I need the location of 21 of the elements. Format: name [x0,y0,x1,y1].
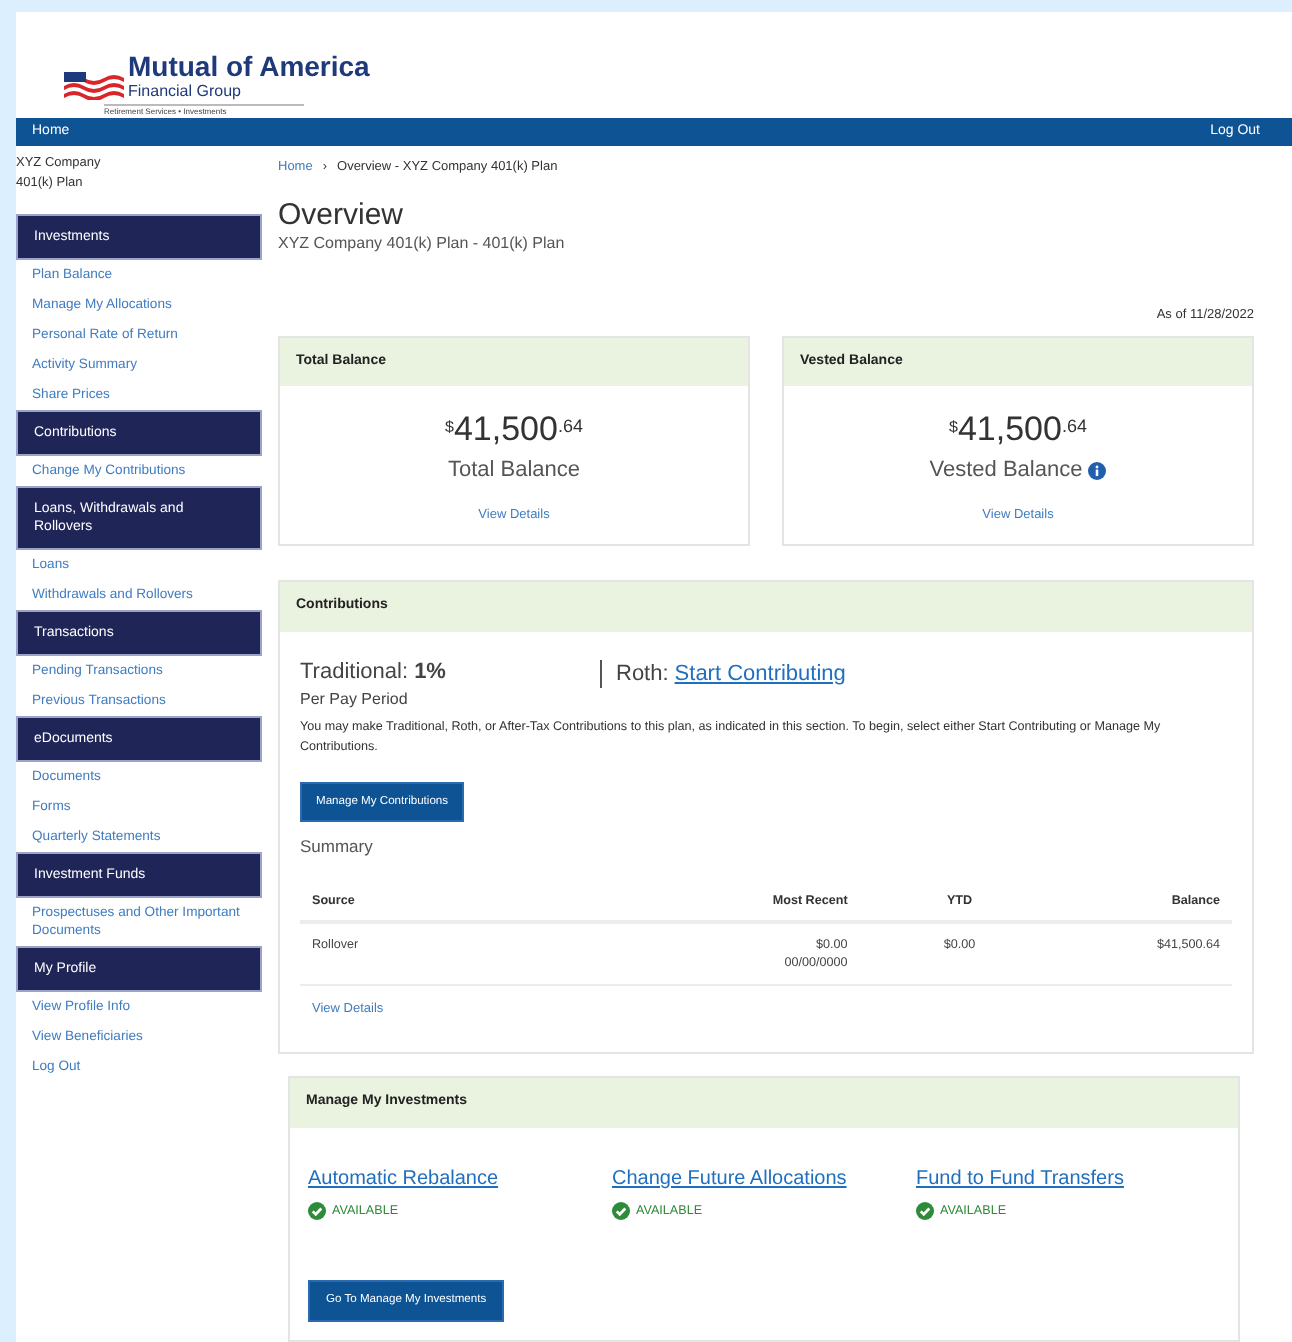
check-circle-icon [612,1202,630,1221]
summary-title: Summary [300,834,375,861]
pay-period: Per Pay Period [300,687,410,712]
traditional-rate: Traditional: 1% [300,659,448,686]
page-title: Overview [278,199,406,231]
balance-amount: $^{$}$41,500$^{.64}$ [949,410,1087,452]
start-contributing-link[interactable]: Start Contributing [674,657,846,690]
balance-label: Total Balance [447,456,581,486]
info-icon[interactable] [1088,461,1107,480]
check-circle-icon [308,1202,326,1221]
investment-option-link[interactable]: Fund to Fund Transfers [916,1167,1124,1190]
balance-amount: $^{$}$41,500$^{.64}$ [445,410,583,452]
logo-name: Mutual of America [128,52,370,82]
investment-option-link[interactable]: Automatic Rebalance [308,1167,499,1190]
flag-logo-icon [64,72,124,100]
balance-label: Vested Balance [929,456,1083,486]
page-subtitle: XYZ Company 401(k) Plan - 401(k) Plan [278,231,567,255]
logo-subtitle: Financial Group [128,82,243,100]
investment-option-link[interactable]: Change Future Allocations [612,1167,847,1190]
check-circle-icon [916,1202,934,1221]
roth-label: Roth: [616,659,669,689]
